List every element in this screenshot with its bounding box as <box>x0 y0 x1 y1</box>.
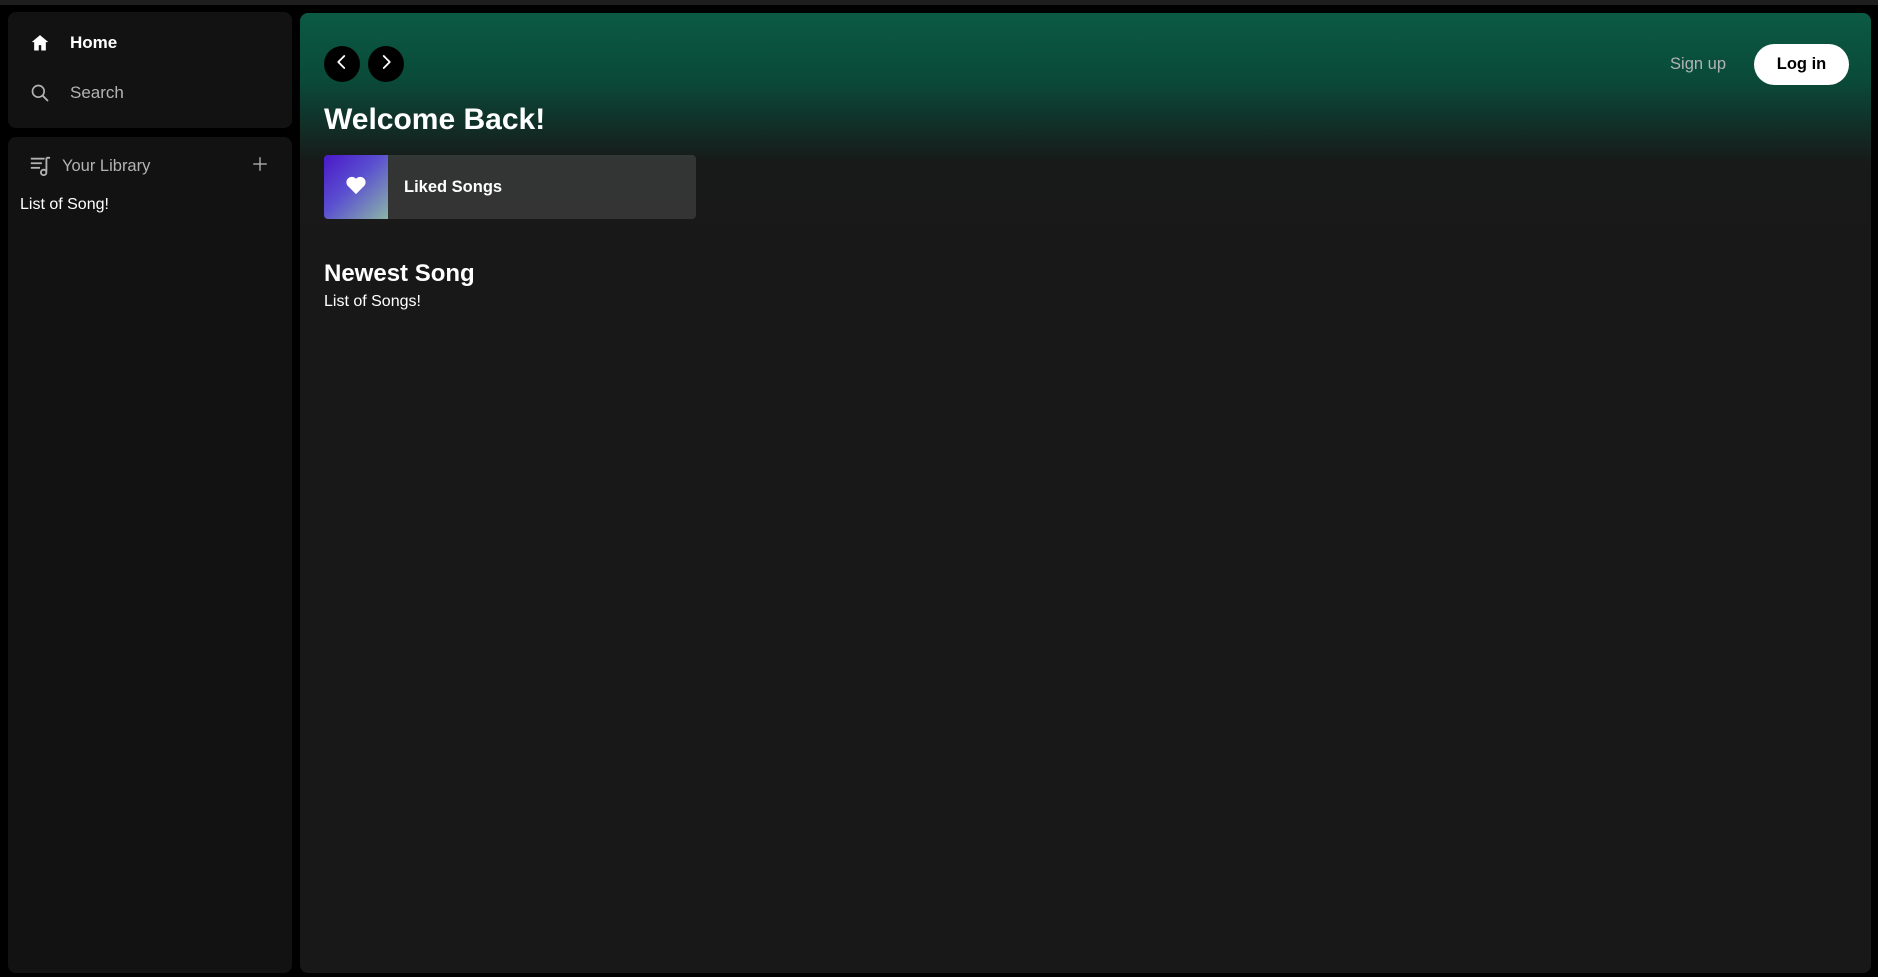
sidebar-item-label: Search <box>70 83 124 102</box>
log-in-button[interactable]: Log in <box>1754 43 1849 85</box>
back-button[interactable] <box>324 46 360 82</box>
library-title: Your Library <box>62 156 151 175</box>
window-top-edge <box>0 0 1878 5</box>
home-icon <box>28 31 52 55</box>
chevron-right-icon <box>377 53 395 76</box>
sign-up-button[interactable]: Sign up <box>1670 55 1726 74</box>
sidebar-item-home[interactable]: Home <box>28 30 272 56</box>
liked-songs-label: Liked Songs <box>404 177 503 196</box>
library-list: List of Song! <box>20 196 280 214</box>
liked-songs-cover <box>324 155 388 219</box>
library-toggle[interactable]: Your Library <box>28 154 150 178</box>
section-subtitle: List of Songs! <box>324 293 421 310</box>
auth-controls: Sign up Log in <box>1670 43 1849 85</box>
library-header: Your Library <box>20 153 280 179</box>
history-controls <box>324 46 404 82</box>
sidebar-item-search[interactable]: Search <box>28 80 272 106</box>
sidebar-nav-panel: Home Search <box>8 12 292 128</box>
top-bar: Sign up Log in <box>324 43 1849 85</box>
library-item[interactable]: List of Song! <box>20 196 280 214</box>
section-title: Newest Song <box>324 260 475 287</box>
sidebar: Home Search Your Library List of Song! <box>8 12 292 973</box>
search-icon <box>28 81 52 105</box>
library-panel: Your Library List of Song! <box>8 137 292 973</box>
heart-icon <box>345 175 367 200</box>
liked-songs-card[interactable]: Liked Songs <box>324 155 696 219</box>
plus-icon <box>251 155 269 178</box>
sidebar-item-label: Home <box>70 33 118 52</box>
create-playlist-button[interactable] <box>248 154 272 178</box>
main-content: Sign up Log in Welcome Back! Liked Songs… <box>300 13 1871 973</box>
chevron-left-icon <box>333 53 351 76</box>
library-icon <box>28 154 52 178</box>
page-title: Welcome Back! <box>324 103 546 136</box>
forward-button[interactable] <box>368 46 404 82</box>
